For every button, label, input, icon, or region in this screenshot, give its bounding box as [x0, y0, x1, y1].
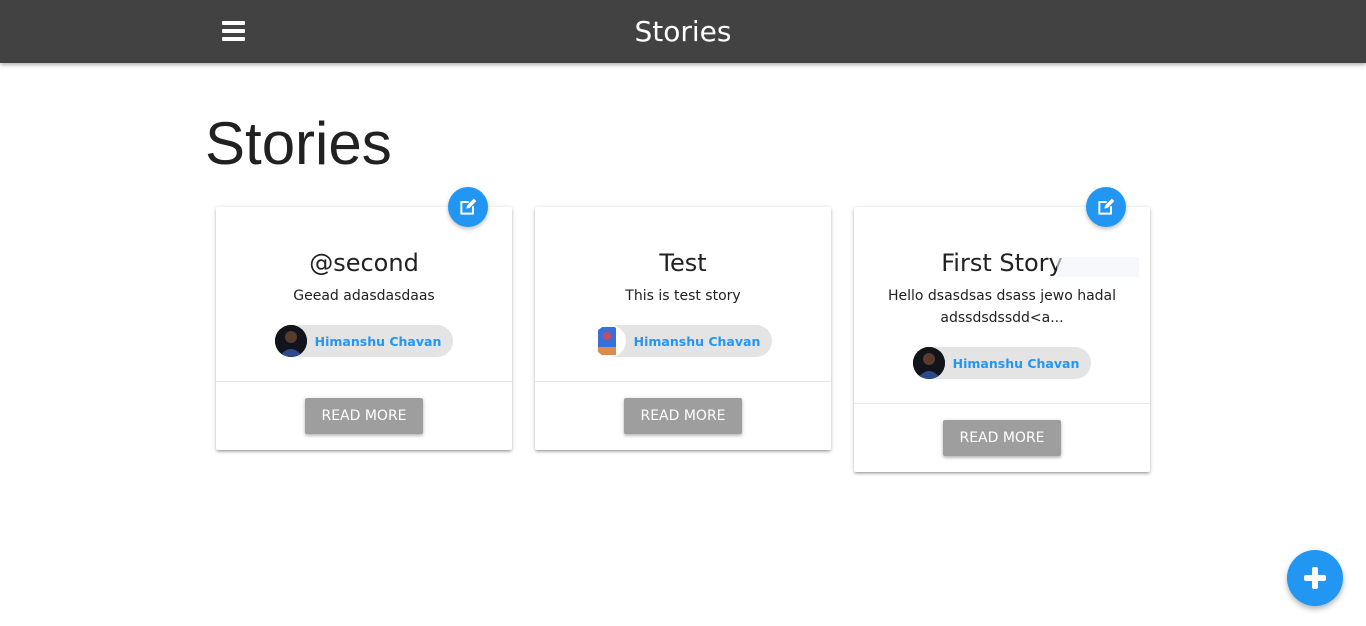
author-avatar: [274, 325, 307, 357]
card-content: @second Geead adasdasdaas Himanshu Chava…: [216, 207, 512, 381]
author-chip[interactable]: Himanshu Chavan: [593, 325, 773, 357]
card-content: Test This is test story Himanshu Chavan: [535, 207, 831, 381]
card-action: READ MORE: [535, 381, 831, 450]
card-content: First Story Hello dsasdsas dsass jewo ha…: [854, 207, 1150, 403]
card-action: READ MORE: [216, 381, 512, 450]
read-more-button[interactable]: READ MORE: [943, 420, 1061, 456]
story-card: First Story Hello dsasdsas dsass jewo ha…: [854, 187, 1150, 472]
tooltip-ghost: [1057, 257, 1139, 277]
card-action: READ MORE: [854, 403, 1150, 472]
add-story-button[interactable]: [1287, 550, 1343, 606]
top-navbar: Stories: [0, 0, 1366, 63]
read-more-button[interactable]: READ MORE: [305, 398, 423, 434]
read-more-button[interactable]: READ MORE: [624, 398, 742, 434]
brand-logo[interactable]: Stories: [0, 14, 1366, 50]
author-chip[interactable]: Himanshu Chavan: [274, 325, 454, 357]
author-avatar: [593, 325, 626, 357]
story-card: Test This is test story Himanshu Chavan …: [535, 207, 831, 450]
story-title: Test: [659, 249, 707, 277]
author-chip[interactable]: Himanshu Chavan: [912, 347, 1092, 379]
edit-icon: [460, 198, 477, 215]
story-excerpt: Hello dsasdsas dsass jewo hadal adssdsds…: [887, 288, 1117, 326]
plus-icon: [1304, 567, 1326, 589]
story-excerpt: Geead adasdasdaas: [293, 288, 435, 304]
edit-story-button[interactable]: [448, 187, 488, 227]
story-card: @second Geead adasdasdaas Himanshu Chava…: [216, 187, 512, 450]
story-title: @second: [309, 249, 419, 277]
author-name: Himanshu Chavan: [314, 333, 442, 349]
story-excerpt: This is test story: [625, 288, 741, 304]
author-name: Himanshu Chavan: [633, 333, 761, 349]
author-avatar: [912, 347, 945, 379]
page-title: Stories: [205, 110, 392, 177]
edit-story-button[interactable]: [1086, 187, 1126, 227]
author-name: Himanshu Chavan: [952, 355, 1080, 371]
edit-icon: [1098, 198, 1115, 215]
